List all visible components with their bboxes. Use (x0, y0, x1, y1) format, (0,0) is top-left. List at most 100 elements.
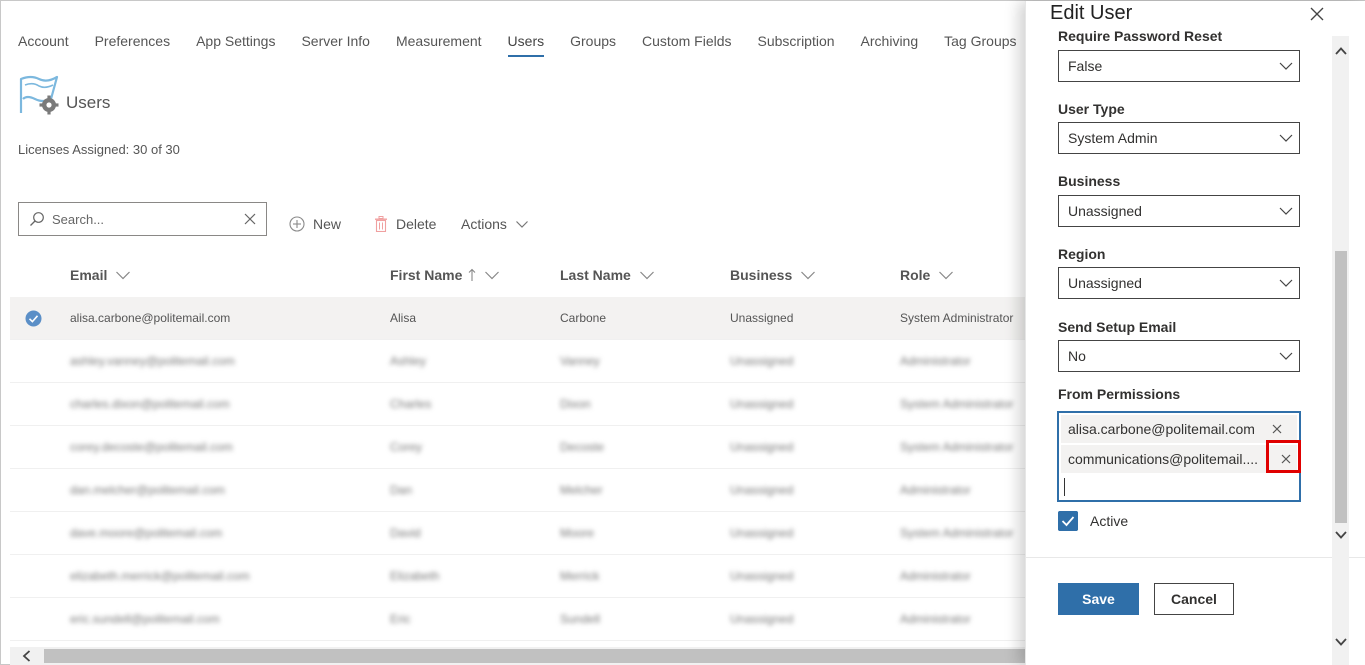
require-password-reset-dropdown[interactable]: False (1058, 50, 1300, 82)
tab-tag-groups[interactable]: Tag Groups (944, 25, 1016, 57)
search-input[interactable] (52, 209, 232, 229)
table-row[interactable]: alisa.carbone@politemail.com Alisa Carbo… (10, 297, 1026, 340)
chevron-down-icon (1279, 134, 1293, 142)
table-row[interactable]: elizabeth.merrick@politemail.com Elizabe… (10, 555, 1026, 598)
tab-groups[interactable]: Groups (570, 25, 616, 57)
from-permissions-picker[interactable]: alisa.carbone@politemail.com communicati… (1057, 411, 1301, 502)
cancel-button[interactable]: Cancel (1154, 583, 1234, 615)
cell-last-name: Merrick (560, 569, 600, 583)
dropdown-value: False (1068, 58, 1103, 74)
cell-business: Unassigned (730, 483, 794, 497)
new-button[interactable]: New (289, 213, 341, 235)
tab-app-settings[interactable]: App Settings (196, 25, 275, 57)
cell-email: dave.moore@politemail.com (70, 526, 223, 540)
tab-measurement[interactable]: Measurement (396, 25, 482, 57)
horizontal-scroll-thumb[interactable] (44, 649, 1026, 663)
column-header-first-name[interactable]: First Name (390, 267, 500, 283)
chevron-down-icon (485, 271, 500, 280)
close-icon[interactable] (1309, 6, 1325, 22)
users-table-header: Email First Name Last Name Business Role (10, 259, 1026, 291)
highlight-annotation (1266, 440, 1301, 473)
from-permissions-label: From Permissions (1058, 386, 1181, 402)
chevron-down-icon (1279, 352, 1293, 360)
active-checkbox[interactable] (1058, 511, 1078, 531)
cell-role: System Administrator (900, 311, 1014, 325)
cell-business: Unassigned (730, 354, 794, 368)
cell-first-name: Charles (390, 397, 432, 411)
search-box (18, 202, 267, 236)
user-type-dropdown[interactable]: System Admin (1058, 122, 1300, 154)
cell-last-name: Sundell (560, 612, 601, 626)
cell-first-name: Eric (390, 612, 411, 626)
page-title: Users (66, 93, 111, 112)
cell-role: Administrator (900, 612, 971, 626)
chip-email: alisa.carbone@politemail.com (1068, 421, 1255, 437)
cell-last-name: Dixon (560, 397, 591, 411)
cell-email: alisa.carbone@politemail.com (70, 311, 231, 325)
tab-server-info[interactable]: Server Info (301, 25, 369, 57)
region-dropdown[interactable]: Unassigned (1058, 267, 1300, 299)
tab-preferences[interactable]: Preferences (95, 25, 170, 57)
trash-icon (375, 216, 387, 232)
cell-role: Administrator (900, 569, 971, 583)
cell-business: Unassigned (730, 526, 794, 540)
dropdown-value: Unassigned (1068, 275, 1142, 291)
column-header-business[interactable]: Business (730, 267, 816, 283)
column-header-role[interactable]: Role (900, 267, 954, 283)
panel-vertical-scrollbar[interactable] (1332, 36, 1349, 665)
column-header-label: Role (900, 267, 931, 283)
table-row[interactable]: eric.sundell@politemail.com Eric Sundell… (10, 598, 1026, 641)
dropdown-value: Unassigned (1068, 203, 1142, 219)
cell-first-name: David (390, 526, 421, 540)
table-row[interactable]: ashley.vanney@politemail.com Ashley Vann… (10, 340, 1026, 383)
tab-account[interactable]: Account (18, 25, 69, 57)
column-header-label: Email (70, 267, 108, 283)
scroll-left-icon[interactable] (22, 650, 32, 662)
save-button[interactable]: Save (1058, 583, 1139, 615)
require-password-reset-label: Require Password Reset (1058, 28, 1223, 44)
cell-business: Unassigned (730, 440, 794, 454)
tab-users[interactable]: Users (507, 25, 544, 57)
cell-email: elizabeth.merrick@politemail.com (70, 569, 250, 583)
scroll-down-icon[interactable] (1335, 637, 1347, 647)
chevron-down-icon (515, 221, 528, 228)
delete-button[interactable]: Delete (374, 213, 436, 235)
users-settings-logo-icon (19, 75, 59, 115)
vertical-scroll-thumb[interactable] (1335, 251, 1347, 523)
actions-menu-button[interactable]: Actions (461, 213, 529, 235)
clear-search-icon[interactable] (242, 211, 258, 227)
dropdown-value: System Admin (1068, 130, 1158, 146)
tab-custom-fields[interactable]: Custom Fields (642, 25, 731, 57)
dropdown-value: No (1068, 348, 1086, 364)
permission-chip[interactable]: alisa.carbone@politemail.com (1061, 415, 1297, 443)
send-setup-email-dropdown[interactable]: No (1058, 340, 1300, 372)
scroll-up-icon[interactable] (1335, 46, 1347, 56)
tab-archiving[interactable]: Archiving (861, 25, 919, 57)
chip-email: communications@politemail.... (1068, 451, 1259, 467)
column-header-label: Last Name (560, 267, 631, 283)
column-header-last-name[interactable]: Last Name (560, 267, 655, 283)
column-header-label: First Name (390, 267, 463, 283)
row-selected-check-icon[interactable] (25, 310, 42, 327)
cell-email: ashley.vanney@politemail.com (70, 354, 235, 368)
business-dropdown[interactable]: Unassigned (1058, 195, 1300, 227)
column-header-email[interactable]: Email (70, 267, 131, 283)
delete-button-label: Delete (396, 216, 437, 232)
horizontal-scrollbar[interactable] (10, 647, 1026, 665)
table-row[interactable]: charles.dixon@politemail.com Charles Dix… (10, 383, 1026, 426)
edit-user-panel: Edit User Require Password Reset False U… (1025, 1, 1365, 665)
tab-subscription[interactable]: Subscription (758, 25, 835, 57)
chevron-down-icon (639, 271, 654, 280)
add-circle-icon (289, 216, 305, 232)
remove-chip-icon[interactable] (1269, 421, 1285, 437)
table-row[interactable]: corey.decoste@politemail.com Corey Decos… (10, 426, 1026, 469)
permission-chip[interactable]: communications@politemail.... (1061, 445, 1297, 473)
scroll-down-icon[interactable] (1335, 530, 1347, 540)
user-type-label: User Type (1058, 101, 1125, 117)
cell-first-name: Alisa (390, 311, 417, 325)
cell-last-name: Carbone (560, 311, 607, 325)
new-button-label: New (313, 216, 342, 232)
table-row[interactable]: dan.melcher@politemail.com Dan Melcher U… (10, 469, 1026, 512)
chevron-down-icon (939, 271, 954, 280)
table-row[interactable]: dave.moore@politemail.com David Moore Un… (10, 512, 1026, 555)
